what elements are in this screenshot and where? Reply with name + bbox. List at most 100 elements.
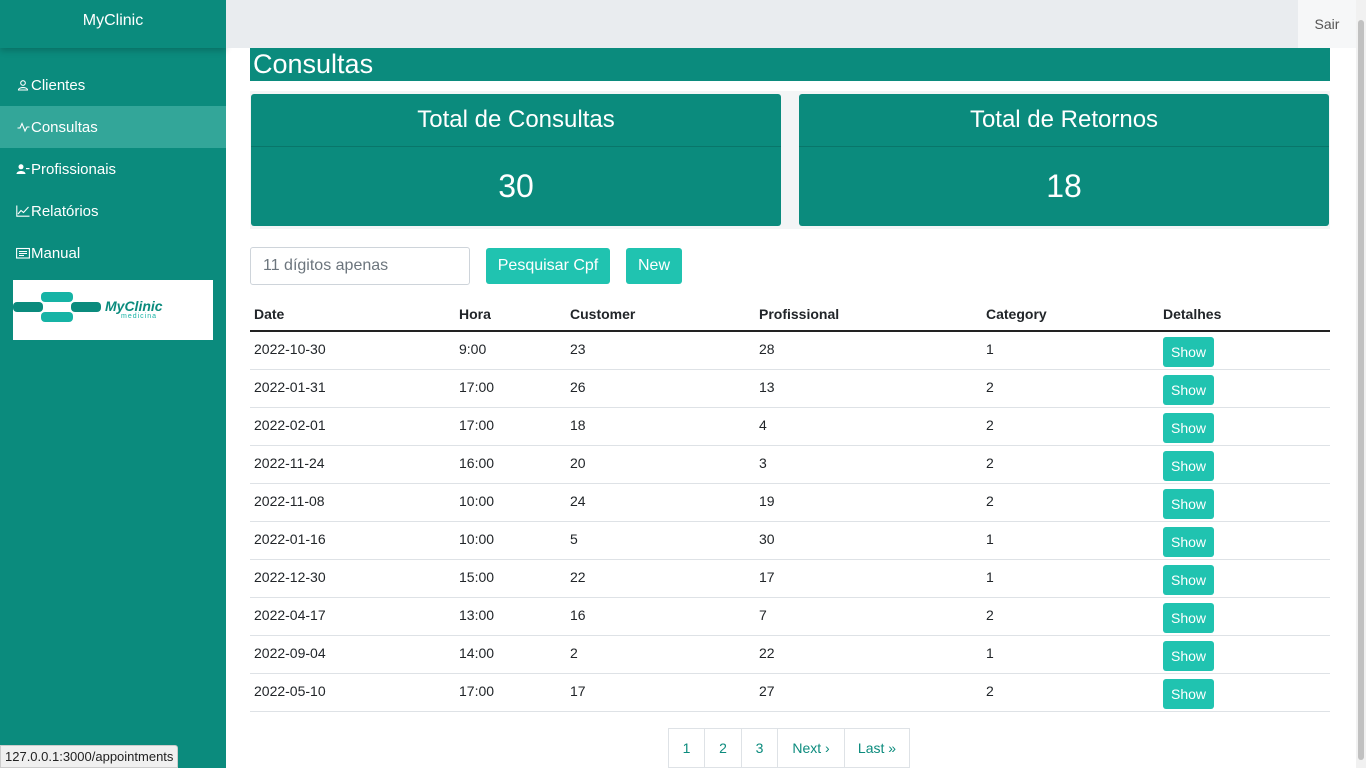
page-scrollbar[interactable] (1356, 0, 1366, 768)
sidebar-item-label: Profissionais (31, 160, 117, 178)
sidebar-item-label: Relatórios (31, 202, 99, 220)
cell-category: 2 (982, 597, 1159, 636)
show-button[interactable]: Show (1163, 412, 1214, 443)
cell-hora: 13:00 (455, 597, 566, 636)
logo-name: MyClinic (105, 298, 163, 314)
cell-customer: 16 (566, 597, 755, 636)
table-row: 2022-05-10 17:00 17 27 2 Show (250, 673, 1330, 712)
cell-category: 2 (982, 407, 1159, 446)
table-row: 2022-01-31 17:00 26 13 2 Show (250, 369, 1330, 408)
cell-profissional: 4 (755, 407, 982, 446)
cell-date: 2022-10-30 (250, 331, 455, 370)
cell-date: 2022-01-16 (250, 521, 455, 560)
cell-category: 1 (982, 521, 1159, 560)
new-appointment-button[interactable]: New (626, 248, 682, 284)
user-icon (16, 78, 30, 92)
show-button[interactable]: Show (1163, 564, 1214, 595)
page-link-1[interactable]: 1 (668, 728, 705, 768)
show-button[interactable]: Show (1163, 678, 1214, 709)
show-button[interactable]: Show (1163, 526, 1214, 557)
cell-date: 2022-12-30 (250, 559, 455, 598)
show-button[interactable]: Show (1163, 602, 1214, 633)
cell-customer: 18 (566, 407, 755, 446)
cell-customer: 5 (566, 521, 755, 560)
myclinic-logo: MyClinic medicina (13, 280, 213, 340)
table-row: 2022-02-01 17:00 18 4 2 Show (250, 407, 1330, 446)
brand-title[interactable]: MyClinic (0, 0, 226, 48)
cell-date: 2022-04-17 (250, 597, 455, 636)
card-value: 18 (1046, 167, 1082, 204)
scrollbar-thumb[interactable] (1358, 20, 1364, 760)
sidebar-item-relatorios[interactable]: Relatórios (0, 190, 226, 232)
cell-customer: 20 (566, 445, 755, 484)
appointments-table: Date Hora Customer Profissional Category… (250, 298, 1330, 712)
sidebar: MyClinic Clientes Consultas Profissionai… (0, 0, 226, 768)
cell-detalhes: Show (1159, 673, 1330, 712)
cell-detalhes: Show (1159, 445, 1330, 484)
cell-hora: 17:00 (455, 407, 566, 446)
cell-hora: 9:00 (455, 331, 566, 370)
show-button[interactable]: Show (1163, 488, 1214, 519)
page-link-2[interactable]: 2 (704, 728, 742, 768)
table-row: 2022-04-17 13:00 16 7 2 Show (250, 597, 1330, 636)
cell-profissional: 27 (755, 673, 982, 712)
cell-hora: 17:00 (455, 673, 566, 712)
cell-detalhes: Show (1159, 521, 1330, 560)
sidebar-item-profissionais[interactable]: Profissionais (0, 148, 226, 190)
sidebar-item-label: Manual (31, 244, 81, 262)
table-row: 2022-01-16 10:00 5 30 1 Show (250, 521, 1330, 560)
page-link-3[interactable]: 3 (741, 728, 778, 768)
users-icon (16, 162, 30, 176)
show-button[interactable]: Show (1163, 640, 1214, 671)
browser-status-url: 127.0.0.1:3000/appointments (0, 745, 179, 768)
show-button[interactable]: Show (1163, 374, 1214, 405)
cell-detalhes: Show (1159, 483, 1330, 522)
card-text-icon (16, 246, 30, 260)
cell-detalhes: Show (1159, 559, 1330, 598)
cell-category: 2 (982, 369, 1159, 408)
show-button[interactable]: Show (1163, 450, 1214, 481)
sidebar-nav: Clientes Consultas Profissionais Relatór… (0, 64, 226, 274)
cell-hora: 14:00 (455, 635, 566, 674)
cell-date: 2022-05-10 (250, 673, 455, 712)
page-link-next[interactable]: Next › (777, 728, 845, 768)
sidebar-item-clientes[interactable]: Clientes (0, 64, 226, 106)
cell-category: 2 (982, 673, 1159, 712)
logout-button[interactable]: Sair (1298, 0, 1356, 48)
sidebar-item-manual[interactable]: Manual (0, 232, 226, 274)
card-value: 30 (498, 167, 534, 204)
pagination: 1 2 3 Next › Last » (668, 728, 910, 768)
table-header-row: Date Hora Customer Profissional Category… (250, 298, 1330, 332)
total-retornos-card: Total de Retornos 18 (799, 94, 1329, 226)
cell-profissional: 30 (755, 521, 982, 560)
cell-profissional: 17 (755, 559, 982, 598)
column-header-profissional: Profissional (755, 298, 982, 332)
graph-up-icon (16, 204, 30, 218)
column-header-category: Category (982, 298, 1159, 332)
cell-customer: 22 (566, 559, 755, 598)
cell-customer: 26 (566, 369, 755, 408)
sidebar-item-consultas[interactable]: Consultas (0, 106, 226, 148)
column-header-customer: Customer (566, 298, 755, 332)
sidebar-item-label: Clientes (31, 76, 86, 94)
topbar: Sair (226, 0, 1356, 48)
show-button[interactable]: Show (1163, 337, 1214, 367)
cell-detalhes: Show (1159, 331, 1330, 370)
page-title: Consultas (250, 48, 1330, 81)
column-header-hora: Hora (455, 298, 566, 332)
cell-category: 1 (982, 331, 1159, 370)
cell-profissional: 13 (755, 369, 982, 408)
cell-customer: 17 (566, 673, 755, 712)
cell-customer: 24 (566, 483, 755, 522)
cpf-search-input[interactable] (250, 247, 470, 285)
cell-detalhes: Show (1159, 369, 1330, 408)
cell-customer: 23 (566, 331, 755, 370)
cell-hora: 10:00 (455, 483, 566, 522)
cell-hora: 16:00 (455, 445, 566, 484)
cell-category: 2 (982, 445, 1159, 484)
table-row: 2022-12-30 15:00 22 17 1 Show (250, 559, 1330, 598)
cell-hora: 15:00 (455, 559, 566, 598)
clinic-cross-logo-icon: MyClinic medicina (13, 292, 163, 322)
page-link-last[interactable]: Last » (844, 728, 910, 768)
search-cpf-button[interactable]: Pesquisar Cpf (486, 248, 610, 284)
